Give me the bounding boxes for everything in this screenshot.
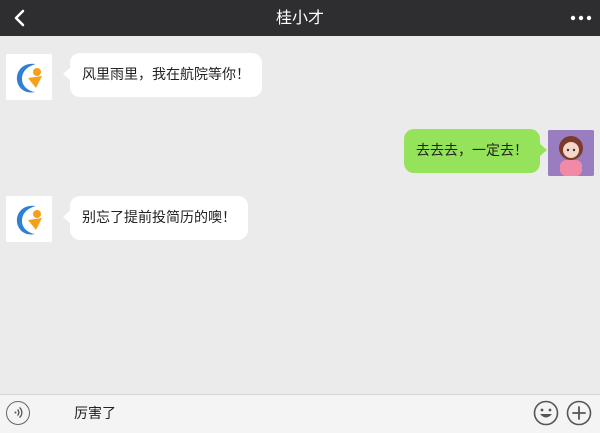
- message-bubble[interactable]: 去去去，一定去！: [404, 129, 547, 173]
- bot-logo-icon: [16, 205, 42, 235]
- message-bubble[interactable]: 别忘了提前投简历的噢！: [63, 196, 248, 240]
- title-bar: 桂小才: [0, 0, 600, 36]
- bot-avatar[interactable]: [6, 196, 52, 242]
- user-avatar[interactable]: [548, 130, 594, 176]
- chat-title: 桂小才: [275, 8, 324, 27]
- message-input[interactable]: [64, 399, 464, 427]
- emoji-icon: [533, 400, 559, 426]
- plus-icon: [566, 400, 592, 426]
- bot-logo-icon: [16, 63, 42, 93]
- message-bubble[interactable]: 风里雨里，我在航院等你！: [63, 53, 262, 97]
- user-avatar-illustration-icon: [548, 130, 594, 176]
- voice-icon: [14, 407, 23, 418]
- emoji-button[interactable]: [533, 400, 559, 426]
- input-bar: [0, 394, 600, 433]
- add-attachment-button[interactable]: [566, 400, 592, 426]
- chat-area: 风里雨里，我在航院等你！ 去去去，一定去！ 别忘了提前投简历的噢！: [0, 36, 600, 394]
- more-dots-icon[interactable]: [568, 6, 594, 30]
- bot-avatar[interactable]: [6, 54, 52, 100]
- voice-toggle-button[interactable]: [6, 401, 30, 425]
